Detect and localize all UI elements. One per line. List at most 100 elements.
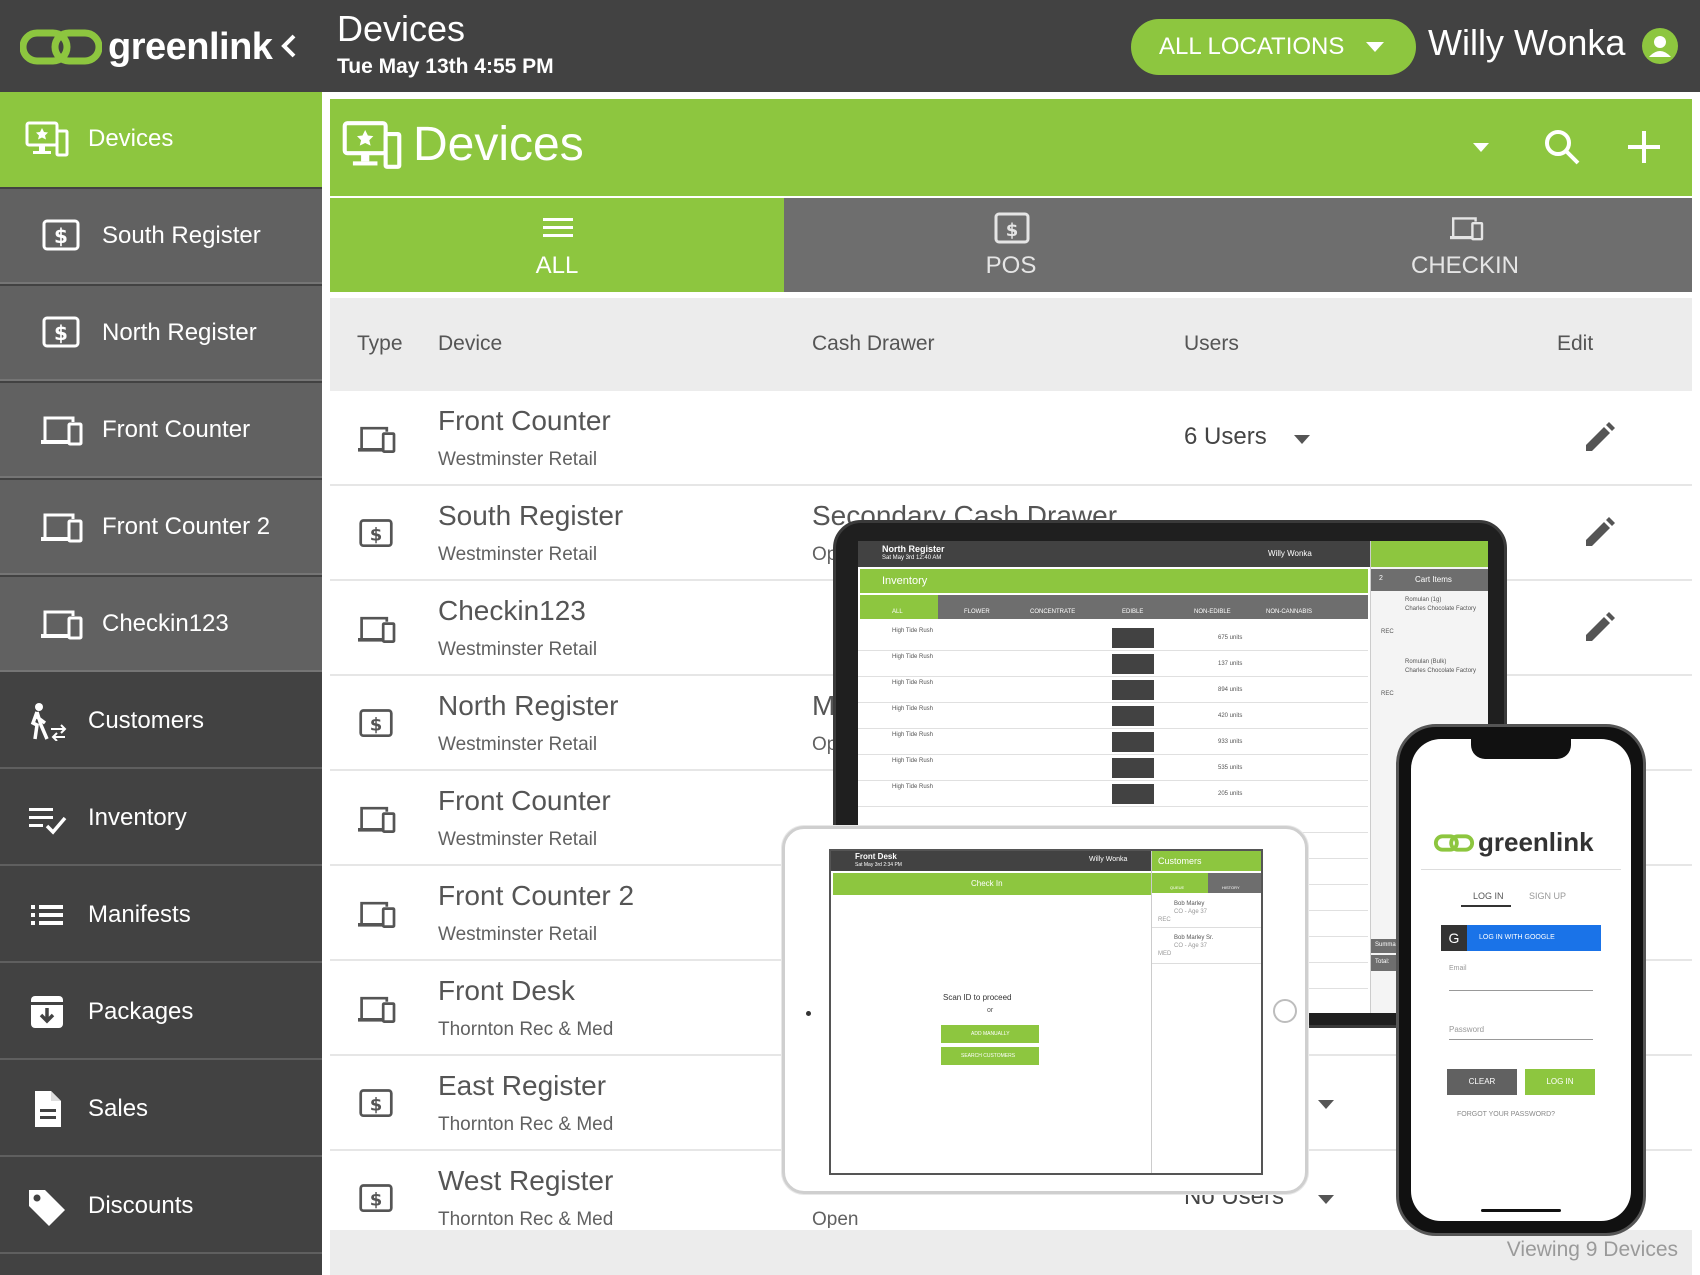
edit-pencil-icon[interactable] (1580, 514, 1618, 552)
device-name: Front Desk (438, 975, 575, 1006)
tab-label: POS (985, 252, 1037, 279)
device-name: Front Counter 2 (438, 880, 635, 911)
sidebar-item-north-register[interactable]: $ North Register (0, 286, 322, 381)
caret-down-icon (1366, 42, 1385, 52)
users-dropdown[interactable]: 6 Users (1184, 423, 1267, 451)
edit-pencil-icon[interactable] (1580, 609, 1618, 647)
register-icon: $ (359, 1089, 393, 1118)
sidebar-item-discounts[interactable]: Discounts (0, 1159, 322, 1254)
add-icon[interactable] (1622, 125, 1666, 169)
sidebar-item-devices[interactable]: Devices (0, 92, 322, 187)
checkin-icon (38, 507, 84, 547)
list-icon (543, 218, 573, 237)
sidebar-item-front-counter[interactable]: Front Counter (0, 383, 322, 478)
location-dropdown[interactable]: ALL LOCATIONS (1131, 19, 1416, 75)
device-location: Westminster Retail (438, 734, 598, 755)
collapse-sidebar-button[interactable] (276, 28, 304, 64)
svg-text:$: $ (370, 524, 383, 545)
brand-name: greenlink (108, 25, 273, 68)
tab-checkin[interactable]: CHECKIN (1238, 198, 1692, 292)
devices-table: Type Device Cash Drawer Users Edit Front… (330, 298, 1692, 1228)
devices-icon (24, 119, 70, 159)
sidebar-item-south-register[interactable]: $ South Register (0, 189, 322, 284)
tab-all[interactable]: ALL (330, 198, 784, 292)
column-header-cash-drawer[interactable]: Cash Drawer (812, 332, 935, 356)
location-dropdown-label: ALL LOCATIONS (1159, 33, 1345, 60)
sidebar-item-front-counter-2[interactable]: Front Counter 2 (0, 480, 322, 575)
sidebar-item-customers[interactable]: Customers (0, 674, 322, 769)
cash-drawer-status: Open (812, 1209, 859, 1228)
tab-label: ALL (535, 252, 579, 279)
sidebar-item-label: Front Counter (102, 415, 251, 443)
table-row[interactable]: Front Counter 2 Westminster Retail (330, 866, 1692, 961)
device-location: Thornton Rec & Med (438, 1209, 614, 1228)
table-row[interactable]: Front Desk Thornton Rec & Med (330, 961, 1692, 1056)
svg-text:$: $ (370, 1189, 383, 1210)
panel-title: Devices (413, 118, 584, 171)
discounts-icon (24, 1186, 70, 1226)
table-header: Type Device Cash Drawer Users Edit (330, 298, 1692, 391)
sidebar: Devices $ South Register $ North Registe… (0, 92, 322, 1275)
sidebar-item-checkin123[interactable]: Checkin123 (0, 577, 322, 672)
device-name: North Register (438, 690, 619, 721)
register-icon: $ (359, 709, 393, 738)
account-circle-icon[interactable] (1642, 28, 1678, 64)
table-row[interactable]: $ East Register Thornton Rec & Med (330, 1056, 1692, 1151)
checkin-icon (358, 426, 396, 453)
sidebar-item-sales[interactable]: Sales (0, 1062, 322, 1157)
sidebar-item-packages[interactable]: Packages (0, 965, 322, 1060)
greenlink-logo-icon (20, 29, 102, 65)
checkin-icon (1450, 217, 1484, 241)
tab-pos[interactable]: $ POS (784, 198, 1238, 292)
device-location: Thornton Rec & Med (438, 1019, 614, 1040)
checkin-icon (38, 604, 84, 644)
register-icon: $ (38, 313, 84, 353)
chevron-left-icon (281, 34, 296, 58)
checkin-icon (358, 996, 396, 1023)
top-bar: greenlink Devices Tue May 13th 4:55 PM A… (0, 0, 1700, 92)
device-location: Westminster Retail (438, 924, 598, 945)
svg-text:$: $ (370, 714, 383, 735)
sidebar-item-label: Devices (88, 124, 174, 152)
register-icon: $ (994, 212, 1030, 244)
register-icon: $ (359, 1184, 393, 1213)
cash-drawer-name: M (812, 690, 836, 721)
users-dropdown[interactable]: No Users (1184, 1183, 1284, 1211)
header-datetime: Tue May 13th 4:55 PM (337, 55, 554, 78)
packages-icon (24, 992, 70, 1032)
register-icon: $ (359, 519, 393, 548)
column-header-type[interactable]: Type (357, 332, 403, 356)
table-row[interactable]: $ North Register Westminster Retail M Op (330, 676, 1692, 771)
caret-down-icon[interactable] (1473, 143, 1489, 152)
device-name: Front Counter (438, 405, 611, 436)
device-location: Westminster Retail (438, 639, 598, 660)
cash-drawer-status: Op (812, 734, 838, 755)
table-row[interactable]: Front Counter Westminster Retail (330, 771, 1692, 866)
checkin-icon (38, 410, 84, 450)
edit-pencil-icon[interactable] (1580, 419, 1618, 457)
caret-down-icon[interactable] (1318, 1195, 1334, 1204)
device-name: Front Counter (438, 785, 611, 816)
column-header-device[interactable]: Device (438, 332, 502, 356)
table-row[interactable]: Checkin123 Westminster Retail (330, 581, 1692, 676)
table-row[interactable]: Front Counter Westminster Retail 6 Users (330, 391, 1692, 486)
user-name[interactable]: Willy Wonka (1428, 22, 1625, 64)
inventory-icon (24, 798, 70, 838)
cash-drawer-status: Op (812, 544, 838, 565)
sidebar-item-label: Front Counter 2 (102, 512, 271, 540)
sidebar-item-manifests[interactable]: Manifests (0, 868, 322, 963)
sidebar-item-label: Inventory (88, 803, 187, 831)
devices-icon (342, 121, 402, 169)
viewing-count: Viewing 9 Devices (1506, 1238, 1678, 1261)
table-row[interactable]: $ West Register Thornton Rec & Med Open … (330, 1151, 1692, 1228)
caret-down-icon[interactable] (1318, 1100, 1334, 1109)
manifests-icon (24, 895, 70, 935)
sidebar-item-inventory[interactable]: Inventory (0, 771, 322, 866)
table-row[interactable]: $ South Register Westminster Retail Seco… (330, 486, 1692, 581)
column-header-users[interactable]: Users (1184, 332, 1239, 356)
search-icon[interactable] (1542, 127, 1582, 167)
checkin-icon (358, 901, 396, 928)
svg-text:$: $ (370, 1094, 383, 1115)
caret-down-icon[interactable] (1294, 435, 1310, 444)
svg-text:$: $ (1006, 220, 1019, 241)
